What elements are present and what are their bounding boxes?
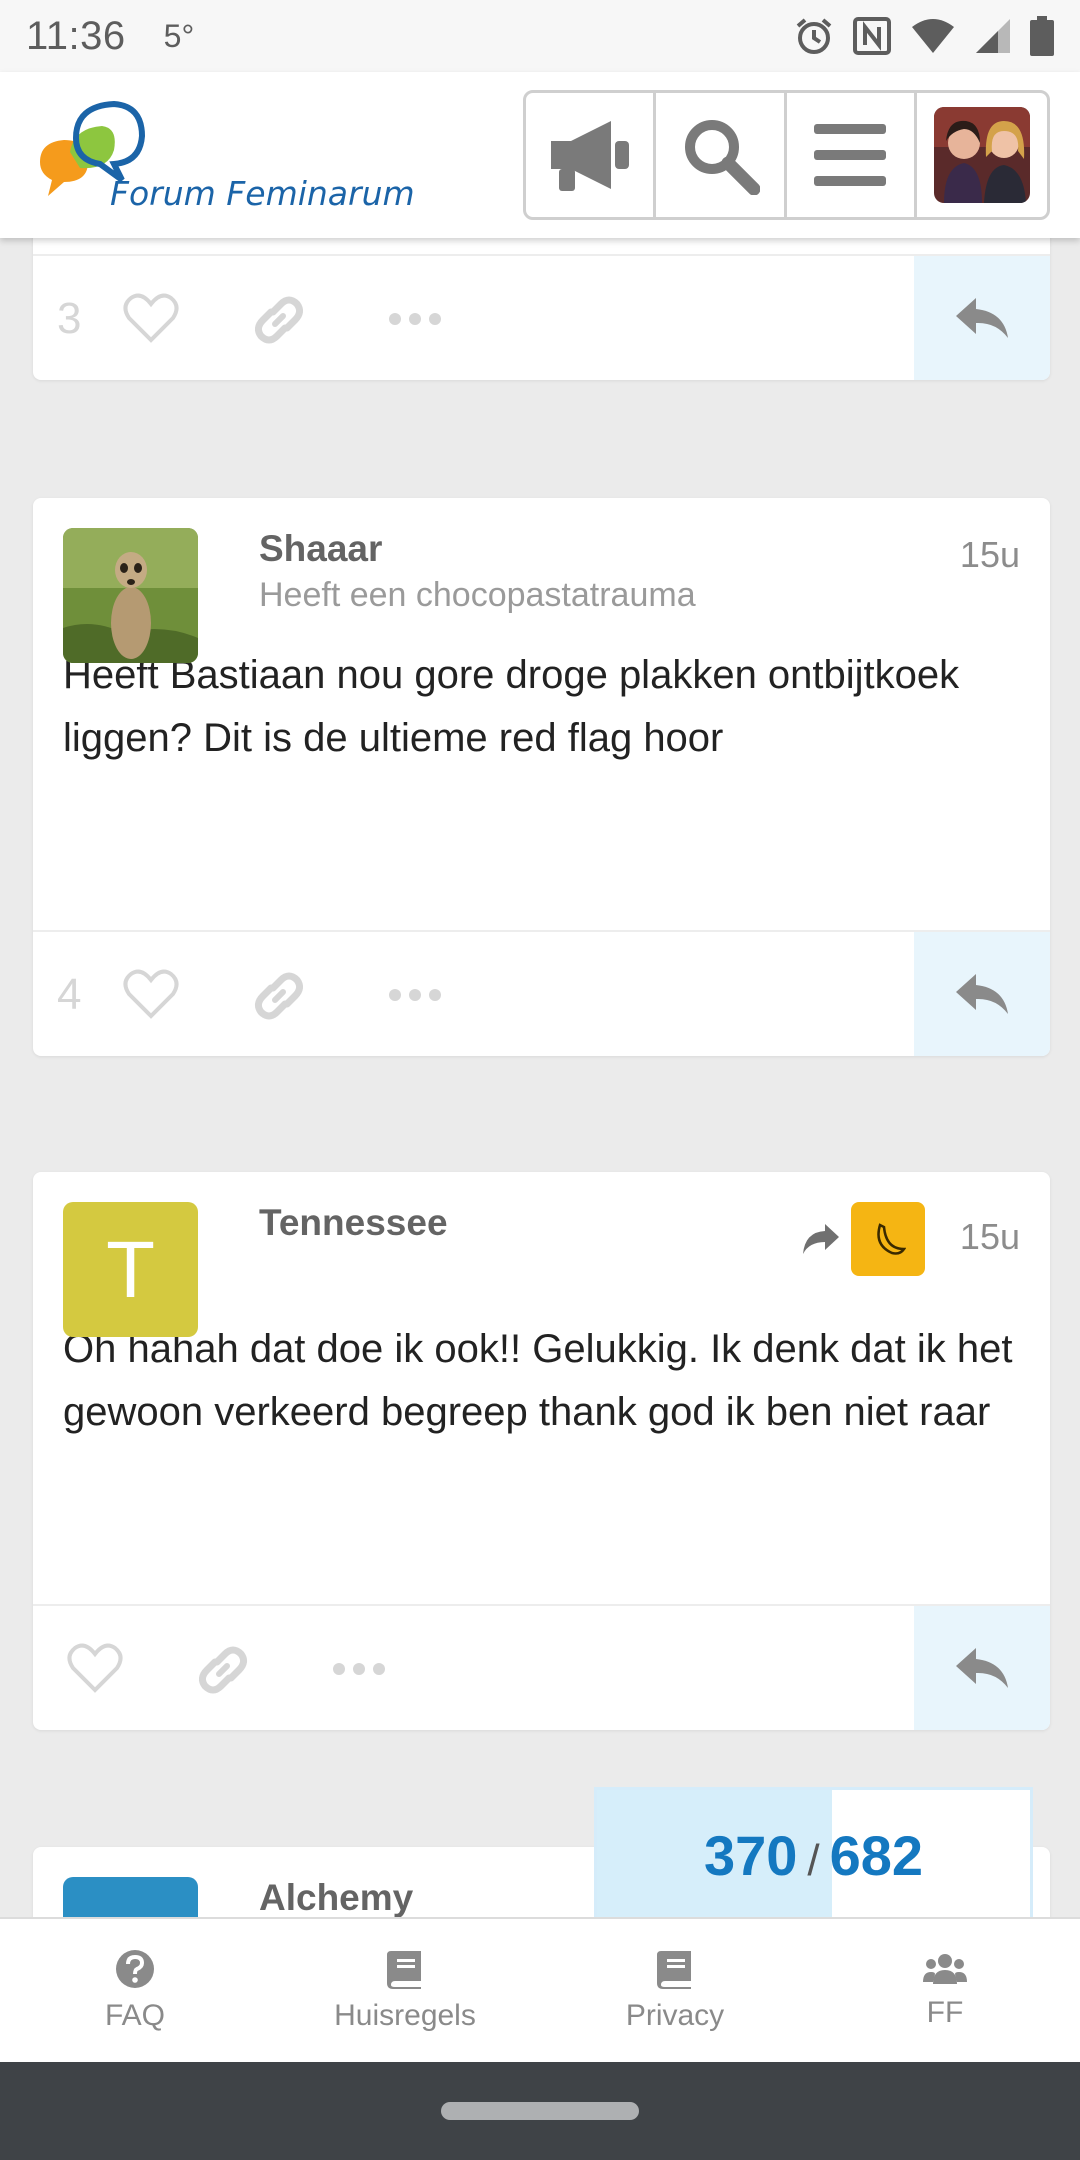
alarm-icon (796, 18, 832, 54)
more-options-icon[interactable] (388, 312, 442, 326)
like-count: 4 (57, 970, 82, 1019)
signal-icon (976, 19, 1010, 53)
heart-icon[interactable] (67, 1642, 123, 1694)
user-profile-button[interactable] (917, 93, 1047, 217)
reply-to-indicator[interactable] (801, 1202, 925, 1276)
post-header: T Tennessee 15u (33, 1172, 1050, 1337)
status-bar: 11:36 5° (0, 0, 1080, 72)
avatar[interactable] (63, 528, 198, 663)
battery-icon (1030, 16, 1054, 56)
header-button-group (523, 90, 1050, 220)
username[interactable]: Shaaar (259, 528, 382, 570)
current-post-number: 370 (703, 1823, 798, 1887)
logo-text: Forum Feminarum (110, 174, 415, 213)
like-count: 3 (57, 294, 82, 343)
nav-item-privacy[interactable]: Privacy (540, 1919, 810, 2062)
nav-item-label: FAQ (104, 1998, 165, 2032)
status-icons (794, 16, 1054, 56)
nav-item-faq[interactable]: FAQ (0, 1919, 270, 2062)
user-avatar (933, 107, 1030, 203)
question-circle-icon (116, 1949, 154, 1988)
nfc-icon (853, 17, 891, 55)
status-time: 11:36 (26, 13, 126, 58)
hamburger-menu-icon (814, 124, 887, 186)
more-options-icon[interactable] (388, 988, 442, 1002)
reply-button[interactable] (914, 932, 1050, 1056)
app-header: Forum Feminarum (0, 72, 1080, 238)
reply-to-avatar (851, 1202, 925, 1276)
user-title: Heeft een chocopastatrauma (259, 576, 696, 614)
wifi-icon (912, 19, 954, 53)
share-arrow-icon (803, 1224, 839, 1254)
nav-item-label: Privacy (625, 1998, 725, 2032)
nav-item-label: Huisregels (334, 1998, 476, 2032)
post-action-bar: 3 (33, 254, 1050, 380)
username[interactable]: Tennessee (259, 1202, 448, 1244)
system-navigation-bar (0, 2062, 1080, 2160)
nav-item-huisregels[interactable]: Huisregels (270, 1919, 540, 2062)
post-action-bar (33, 1604, 1050, 1730)
heart-icon[interactable] (123, 968, 179, 1020)
nav-item-label: FF (926, 1995, 964, 2029)
reply-button[interactable] (914, 256, 1050, 380)
heart-icon[interactable] (123, 292, 179, 344)
topic-progress-counter[interactable]: 370/682 (594, 1787, 1033, 1920)
post-time[interactable]: 15u (960, 534, 1020, 576)
status-temperature: 5° (163, 17, 195, 54)
reply-button[interactable] (914, 1606, 1050, 1730)
avatar-letter: T (63, 1202, 198, 1337)
link-icon[interactable] (251, 292, 307, 348)
link-icon[interactable] (195, 1642, 251, 1698)
megaphone-icon (550, 121, 629, 191)
reply-icon (956, 1648, 1008, 1688)
menu-button[interactable] (787, 93, 917, 217)
forum-logo[interactable]: Forum Feminarum (30, 100, 450, 220)
bottom-navigation: FAQ Huisregels Privacy FF (0, 1917, 1080, 2062)
reply-icon (956, 974, 1008, 1014)
progress-separator: / (807, 1835, 820, 1885)
home-gesture-handle[interactable] (441, 2102, 639, 2120)
topic-progress-text: 370/682 (704, 1823, 923, 1888)
more-options-icon[interactable] (332, 1662, 386, 1676)
post-card: Shaaar Heeft een chocopastatrauma 15u He… (33, 498, 1050, 1056)
search-button[interactable] (656, 93, 787, 217)
nav-item-ff[interactable]: FF (810, 1919, 1080, 2062)
avatar[interactable]: T (63, 1202, 198, 1337)
announcements-button[interactable] (526, 93, 657, 217)
users-icon (923, 1953, 967, 1984)
post-action-bar: 4 (33, 930, 1050, 1056)
post-time[interactable]: 15u (960, 1216, 1020, 1258)
link-icon[interactable] (251, 968, 307, 1024)
username[interactable]: Alchemy (259, 1877, 413, 1919)
moon-icon (877, 1223, 906, 1255)
total-post-count: 682 (829, 1823, 924, 1887)
book-icon (387, 1950, 421, 1989)
reply-icon (956, 298, 1008, 338)
post-header: Shaaar Heeft een chocopastatrauma 15u (33, 498, 1050, 663)
post-card: T Tennessee 15u Oh hahah dat doe ik ook!… (33, 1172, 1050, 1730)
search-icon (684, 120, 760, 195)
book-icon (657, 1950, 691, 1989)
